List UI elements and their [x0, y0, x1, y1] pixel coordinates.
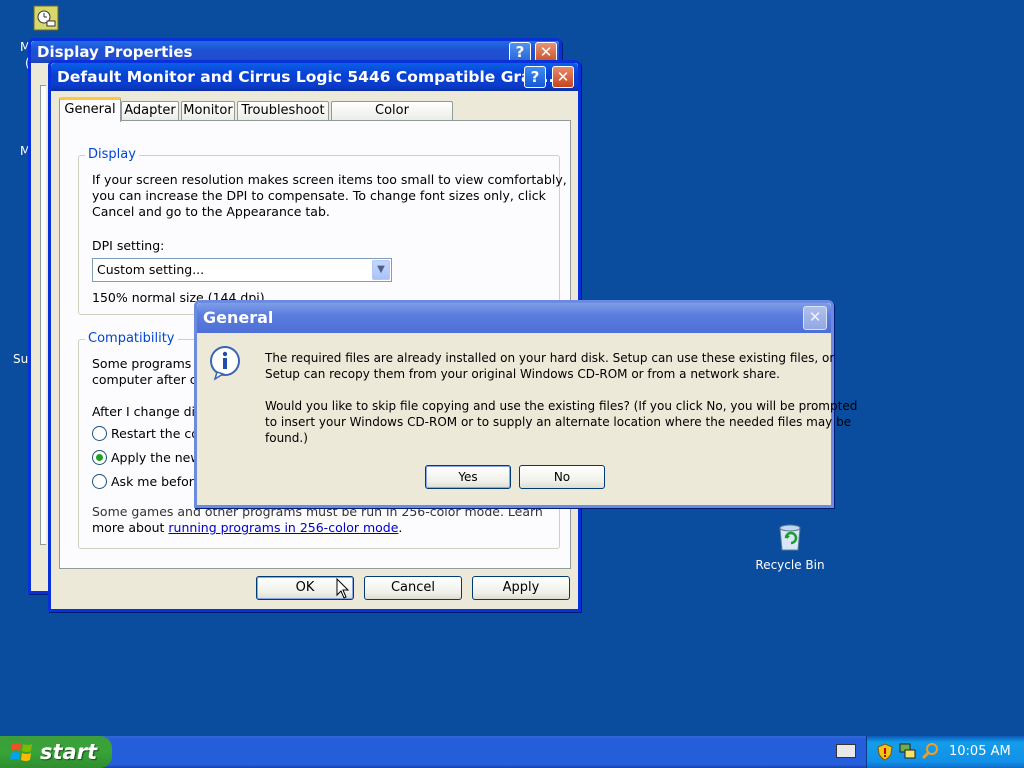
monitor-properties-titlebar[interactable]: Default Monitor and Cirrus Logic 5446 Co…	[51, 63, 578, 91]
chevron-down-icon[interactable]: ▼	[372, 260, 390, 280]
help-button[interactable]: ?	[509, 42, 531, 62]
start-label: start	[40, 740, 98, 764]
apply-without-restart-radio-label[interactable]: Apply the new	[111, 450, 201, 466]
security-shield-icon[interactable]	[877, 743, 893, 761]
display-description: If your screen resolution makes screen i…	[92, 172, 567, 187]
compatibility-description: computer after ch	[92, 372, 205, 387]
restart-radio-label[interactable]: Restart the co	[111, 426, 199, 442]
color-mode-prefix: more about	[92, 520, 169, 535]
ask-me-radio[interactable]	[92, 474, 107, 489]
ask-me-radio-label[interactable]: Ask me before	[111, 474, 201, 490]
keyboard-icon[interactable]	[836, 744, 856, 758]
general-message-box: General ✕ The required files are already…	[194, 300, 857, 508]
dpi-setting-dropdown[interactable]: Custom setting... ▼	[92, 258, 392, 282]
tab-color-management[interactable]: Color Management	[331, 101, 453, 136]
restart-radio[interactable]	[92, 426, 107, 441]
window-title: Default Monitor and Cirrus Logic 5446 Co…	[57, 68, 561, 86]
help-button[interactable]: ?	[524, 66, 546, 88]
mouse-cursor-icon	[336, 578, 350, 599]
apply-button[interactable]: Apply	[472, 576, 570, 600]
back-window-panel	[40, 85, 46, 545]
windows-logo-icon	[10, 743, 32, 761]
tab-troubleshoot[interactable]: Troubleshoot	[237, 101, 329, 121]
message-box-title: General	[203, 308, 274, 327]
desktop-shortcut-icon[interactable]	[32, 4, 60, 32]
display-group: Display If your screen resolution makes …	[78, 147, 567, 315]
start-button[interactable]: start	[0, 736, 112, 768]
cancel-button[interactable]: Cancel	[364, 576, 462, 600]
recycle-bin-icon	[779, 524, 801, 551]
message-box-titlebar[interactable]: General ✕	[197, 303, 831, 333]
message-text: found.)	[265, 431, 308, 445]
after-change-label: After I change dis	[92, 404, 202, 419]
system-tray: 10:05 AM	[866, 736, 1024, 768]
dpi-setting-label: DPI setting:	[92, 238, 165, 253]
search-icon[interactable]	[921, 742, 939, 760]
apply-without-restart-radio[interactable]	[92, 450, 107, 465]
display-description: you can increase the DPI to compensate. …	[92, 188, 546, 203]
dpi-setting-value: Custom setting...	[97, 262, 205, 277]
tab-adapter[interactable]: Adapter	[121, 101, 179, 121]
taskbar: start 10:05 AM	[0, 736, 1024, 768]
close-button[interactable]: ✕	[803, 306, 827, 330]
desktop-label-partial: Su	[13, 352, 29, 366]
message-text: Would you like to skip file copying and …	[265, 399, 858, 413]
clock[interactable]: 10:05 AM	[949, 736, 1011, 768]
clock-folder-icon	[33, 5, 59, 31]
window-title: Display Properties	[37, 43, 193, 61]
color-mode-help-link[interactable]: running programs in 256-color mode	[168, 520, 398, 535]
recycle-bin[interactable]: Recycle Bin	[752, 520, 828, 572]
compatibility-description: Some programs n	[92, 356, 204, 371]
message-text: Setup can recopy them from your original…	[265, 367, 780, 381]
message-text: to insert your Windows CD-ROM or to supp…	[265, 415, 852, 429]
no-button[interactable]: No	[519, 465, 605, 489]
info-icon	[209, 345, 243, 384]
recycle-bin-label: Recycle Bin	[755, 558, 825, 572]
compatibility-group-title: Compatibility	[85, 331, 178, 346]
network-icon[interactable]	[899, 742, 917, 760]
tab-general[interactable]: General	[59, 97, 121, 122]
color-mode-note-line2: more about running programs in 256-color…	[92, 520, 402, 536]
tab-monitor[interactable]: Monitor	[181, 101, 235, 121]
close-button[interactable]: ✕	[535, 42, 557, 62]
color-mode-suffix: .	[398, 520, 403, 535]
yes-button[interactable]: Yes	[425, 465, 511, 489]
message-text: The required files are already installed…	[265, 351, 835, 365]
display-group-title: Display	[85, 147, 139, 162]
close-button[interactable]: ✕	[552, 66, 574, 88]
display-description: Cancel and go to the Appearance tab.	[92, 204, 330, 219]
